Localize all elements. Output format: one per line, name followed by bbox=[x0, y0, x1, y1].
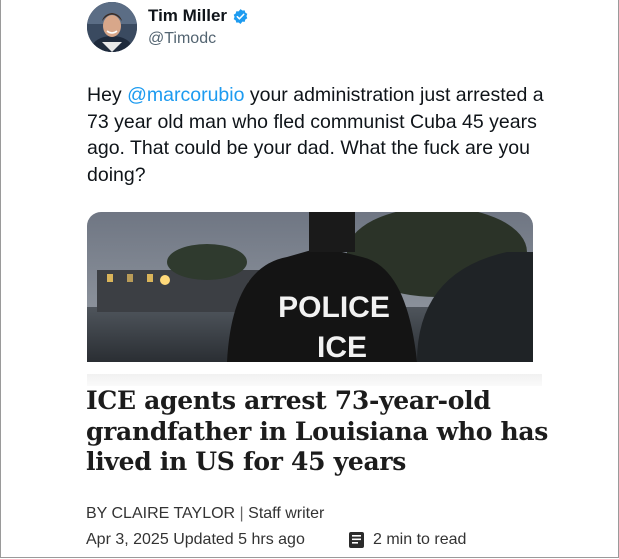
tweet-prefix: Hey bbox=[87, 84, 128, 106]
author-name-row[interactable]: Tim Miller bbox=[148, 6, 249, 26]
verified-badge-icon bbox=[232, 8, 249, 25]
article-card-image[interactable]: POLICE ICE bbox=[87, 212, 533, 362]
article-updated: Updated 5 hrs ago bbox=[173, 531, 305, 548]
avatar[interactable] bbox=[87, 2, 137, 52]
author-display-name[interactable]: Tim Miller bbox=[148, 6, 227, 26]
photo-text-police: POLICE bbox=[278, 291, 390, 324]
article-meta: Apr 3, 2025 Updated 5 hrs ago bbox=[86, 531, 305, 549]
article-byline: BY CLAIRE TAYLOR | Staff writer bbox=[86, 505, 324, 523]
article-date: Apr 3, 2025 bbox=[86, 531, 169, 548]
author-handle[interactable]: @Timodc bbox=[148, 30, 216, 48]
police-ice-photo: POLICE ICE bbox=[87, 212, 533, 362]
byline-role: Staff writer bbox=[248, 505, 325, 522]
read-time: 2 min to read bbox=[348, 531, 466, 549]
mention-link[interactable]: @marcorubio bbox=[127, 84, 244, 106]
byline-author: BY CLAIRE TAYLOR bbox=[86, 505, 236, 522]
book-icon bbox=[348, 531, 365, 549]
read-time-label: 2 min to read bbox=[373, 531, 467, 548]
tweet-text: Hey @marcorubio your administration just… bbox=[87, 82, 547, 188]
avatar-image bbox=[87, 2, 137, 52]
card-divider bbox=[87, 374, 542, 386]
article-headline[interactable]: ICE agents arrest 73-year-old grandfathe… bbox=[86, 386, 556, 478]
byline-separator: | bbox=[239, 505, 244, 522]
photo-text-ice: ICE bbox=[317, 331, 367, 362]
